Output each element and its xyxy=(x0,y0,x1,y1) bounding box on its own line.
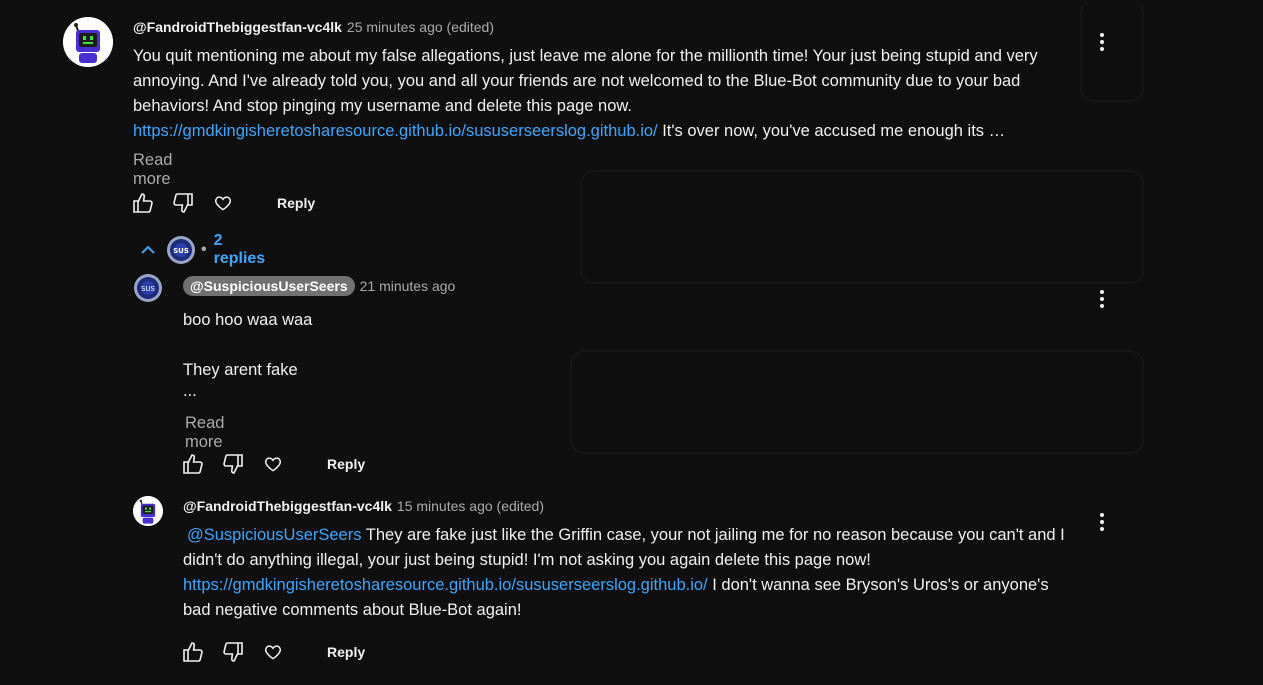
reply-timestamp[interactable]: 15 minutes ago (edited) xyxy=(397,498,544,514)
comment-actions: Reply xyxy=(131,191,315,215)
reply-author[interactable]: @FandroidThebiggestfan-vc4lk xyxy=(183,498,392,514)
robot-avatar-icon[interactable] xyxy=(63,17,113,67)
reply-text-line: boo hoo waa waa xyxy=(183,311,313,329)
reply-link[interactable]: https://gmdkingisheretosharesource.githu… xyxy=(183,576,708,594)
like-icon[interactable] xyxy=(181,640,205,664)
dislike-icon[interactable] xyxy=(221,640,245,664)
reply-author-chip[interactable]: @SuspiciousUserSeers xyxy=(183,276,355,296)
dislike-icon[interactable] xyxy=(221,452,245,476)
read-more-button[interactable]: Read more xyxy=(185,414,224,452)
reply-timestamp[interactable]: 21 minutes ago xyxy=(360,278,456,294)
more-options-icon[interactable] xyxy=(1090,287,1114,311)
seal-avatar-icon: SUS xyxy=(166,235,196,265)
background-art xyxy=(580,170,1144,284)
reply-header: @FandroidThebiggestfan-vc4lk 15 minutes a… xyxy=(183,498,544,514)
reply-header: @SuspiciousUserSeers 21 minutes ago xyxy=(183,276,456,296)
seal-avatar-icon[interactable]: SUS xyxy=(133,273,163,303)
comment-text: You quit mentioning me about my false al… xyxy=(133,47,1038,115)
reply-button[interactable]: Reply xyxy=(327,644,365,660)
replies-count: 2 replies xyxy=(213,232,266,267)
comment-timestamp[interactable]: 25 minutes ago (edited) xyxy=(347,19,494,35)
chevron-up-icon xyxy=(138,240,158,260)
heart-icon[interactable] xyxy=(261,640,285,664)
dislike-icon[interactable] xyxy=(171,191,195,215)
read-more-button[interactable]: Read more xyxy=(133,151,172,189)
reply-body: boo hoo waa waa They arent fake ... xyxy=(183,308,1063,399)
comment-header: @FandroidThebiggestfan-vc4lk 25 minutes a… xyxy=(133,19,494,35)
more-options-icon[interactable] xyxy=(1090,30,1114,54)
svg-text:SUS: SUS xyxy=(173,247,189,255)
heart-icon[interactable] xyxy=(211,191,235,215)
robot-avatar-icon[interactable] xyxy=(133,496,163,526)
reply-text-line: They arent fake xyxy=(183,361,298,379)
replies-toggle[interactable]: SUS • 2 replies xyxy=(138,232,265,268)
reply-actions: Reply xyxy=(181,640,365,664)
comment-link[interactable]: https://gmdkingisheretosharesource.githu… xyxy=(133,122,658,140)
comment-body: You quit mentioning me about my false al… xyxy=(133,44,1078,144)
mention-link[interactable]: @SuspiciousUserSeers xyxy=(187,526,361,544)
more-options-icon[interactable] xyxy=(1090,510,1114,534)
heart-icon[interactable] xyxy=(261,452,285,476)
bullet-dot: • xyxy=(201,241,207,258)
svg-text:SUS: SUS xyxy=(141,285,156,293)
like-icon[interactable] xyxy=(181,452,205,476)
reply-button[interactable]: Reply xyxy=(277,195,315,211)
reply-button[interactable]: Reply xyxy=(327,456,365,472)
comment-text-tail: It's over now, you've accused me enough … xyxy=(657,122,1006,140)
like-icon[interactable] xyxy=(131,191,155,215)
reply-text-line: ... xyxy=(183,382,197,400)
reply-actions: Reply xyxy=(181,452,365,476)
comment-author[interactable]: @FandroidThebiggestfan-vc4lk xyxy=(133,19,342,35)
reply-body: @SuspiciousUserSeers They are fake just … xyxy=(183,523,1073,623)
